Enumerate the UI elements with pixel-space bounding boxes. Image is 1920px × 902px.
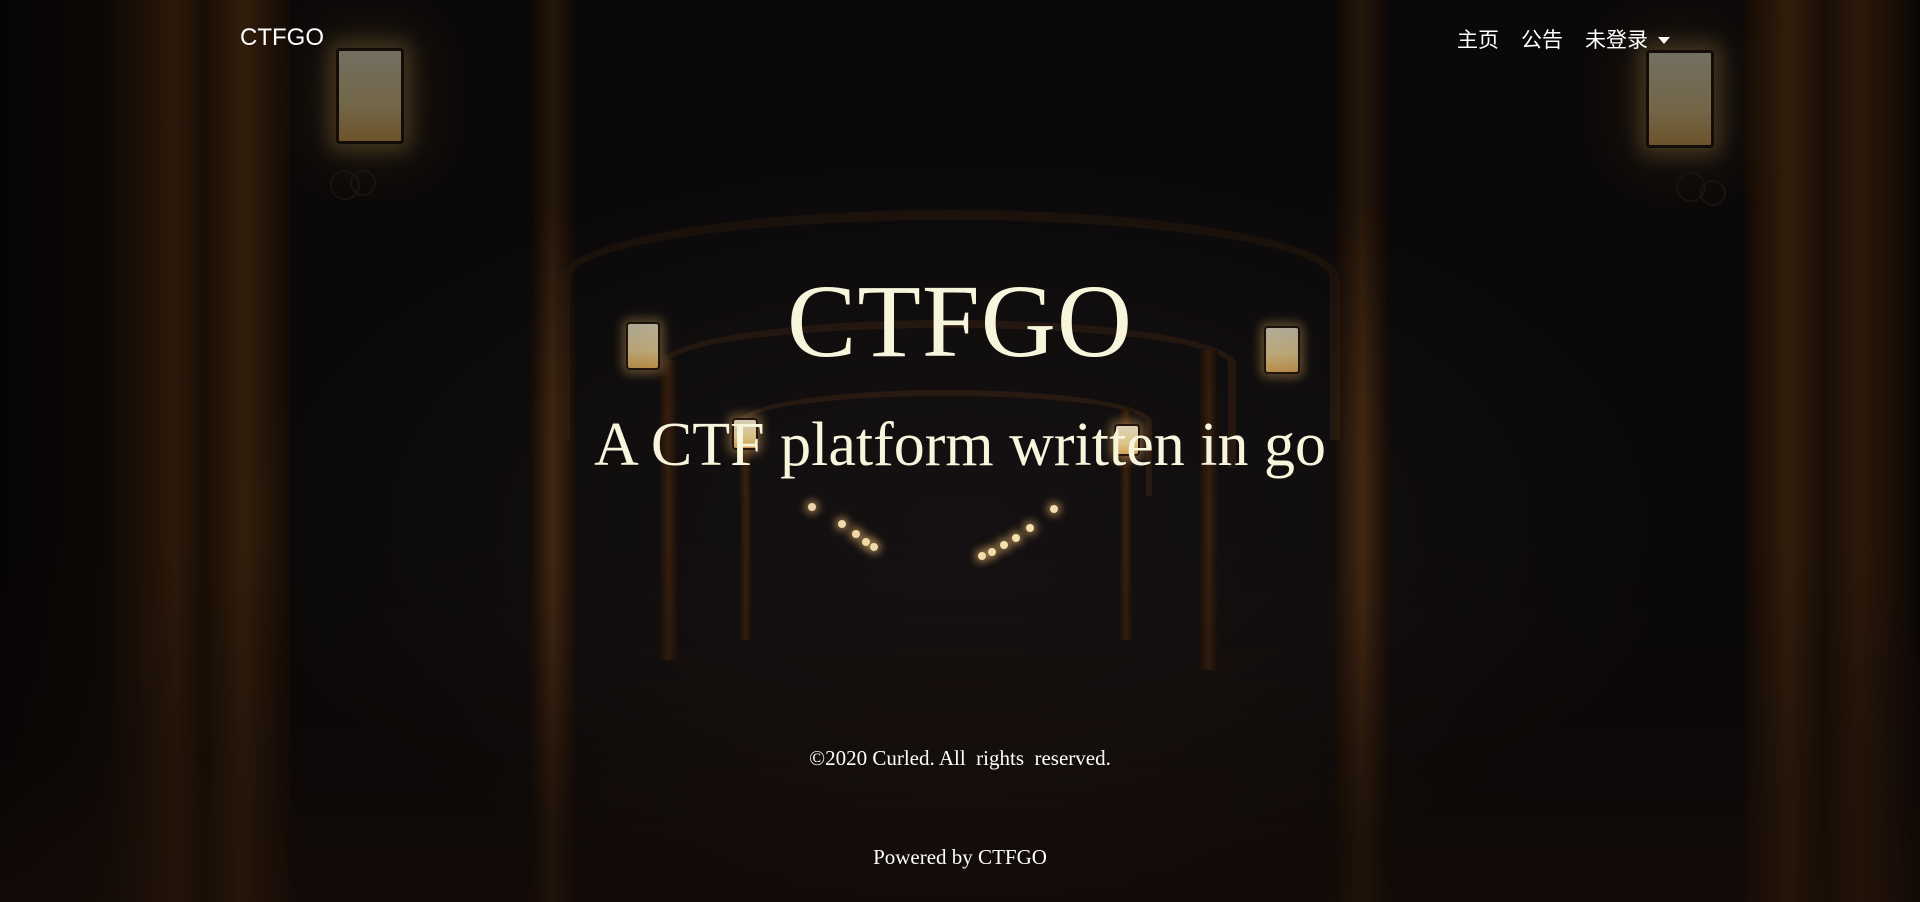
footer-copyright: ©2020 Curled. All rights reserved. bbox=[809, 746, 1111, 770]
caret-down-icon bbox=[1658, 36, 1670, 44]
nav-link-announcements[interactable]: 公告 bbox=[1521, 24, 1563, 54]
hero: CTFGO A CTF platform written in go bbox=[0, 262, 1920, 480]
navbar: CTFGO 主页 公告 未登录 bbox=[0, 0, 1920, 78]
brand-link[interactable]: CTFGO bbox=[240, 24, 324, 52]
nav-link-home[interactable]: 主页 bbox=[1457, 24, 1499, 54]
page: CTFGO 主页 公告 未登录 CTFGO A CTF platform wri… bbox=[0, 0, 1920, 902]
footer: ©2020 Curled. All rights reserved. Power… bbox=[0, 676, 1920, 902]
nav-links: 主页 公告 未登录 bbox=[1457, 24, 1670, 54]
account-dropdown[interactable]: 未登录 bbox=[1585, 24, 1670, 54]
hero-subtitle: A CTF platform written in go bbox=[594, 411, 1326, 479]
account-dropdown-label: 未登录 bbox=[1585, 28, 1648, 52]
hero-title: CTFGO bbox=[787, 264, 1133, 379]
footer-powered-by: Powered by CTFGO bbox=[873, 845, 1047, 869]
